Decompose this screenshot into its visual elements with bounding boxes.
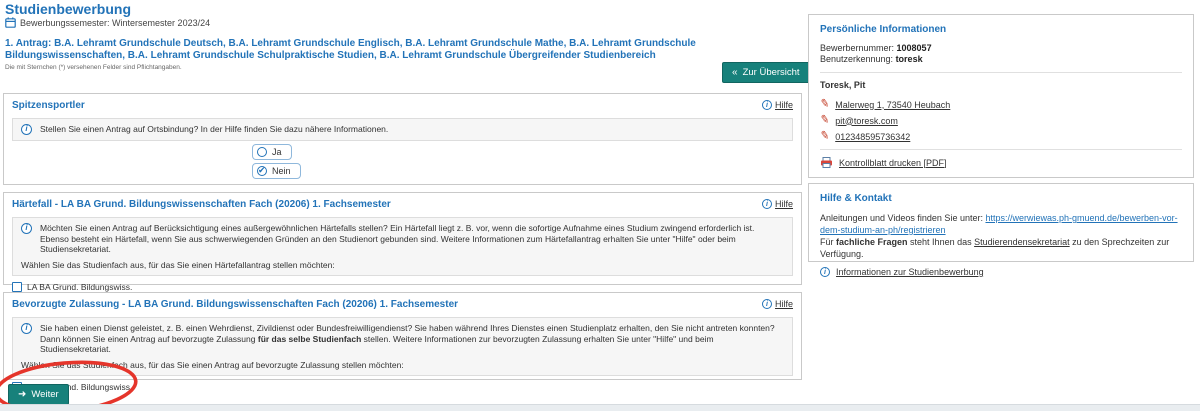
mandatory-note: Die mit Sternchen (*) versehenen Felder … <box>5 64 182 71</box>
divider <box>820 149 1182 150</box>
studienbewerbung-page: Studienbewerbung Bewerbungssemester: Win… <box>0 0 1200 411</box>
section-title-haertefall: Härtefall - LA BA Grund. Bildungswissens… <box>12 199 391 210</box>
hilfe-link-bevorzugte[interactable]: Hilfe <box>762 299 793 309</box>
calendar-icon <box>5 17 16 28</box>
bewerbernummer-row: Bewerbernummer: 1008057 <box>820 43 1182 54</box>
section-title-bevorzugte: Bevorzugte Zulassung - LA BA Grund. Bild… <box>12 299 458 310</box>
address-link[interactable]: ✎ Malerweg 1, 73540 Heubach <box>820 99 1182 110</box>
info-box-spitzensportler: Stellen Sie einen Antrag auf Ortsbindung… <box>12 118 793 141</box>
checkbox-haertefall-bildungswiss[interactable]: LA BA Grund. Bildungswiss. <box>12 282 793 292</box>
radio-checked-icon <box>257 166 267 176</box>
arrow-right-icon: ➜ <box>18 390 26 400</box>
hilfe-link-haertefall[interactable]: Hilfe <box>762 199 793 209</box>
radio-nein[interactable]: Nein <box>252 163 301 179</box>
edit-pencil-icon: ✎ <box>819 114 830 126</box>
choose-line-bevorzugte: Wählen Sie das Studienfach aus, für das … <box>21 360 784 371</box>
antrag-heading: 1. Antrag: B.A. Lehramt Grundschule Deut… <box>5 38 797 61</box>
pdf-print-icon <box>820 157 833 168</box>
help-text: Anleitungen und Videos finden Sie unter:… <box>820 212 1182 260</box>
info-text-haertefall: Möchten Sie einen Antrag auf Berücksicht… <box>40 223 784 255</box>
applicant-name: Toresk, Pit <box>820 80 1182 90</box>
studierendensekretariat-link[interactable]: Studierendensekretariat <box>974 237 1070 247</box>
panel-hilfe-kontakt: Hilfe & Kontakt Anleitungen und Videos f… <box>808 183 1194 262</box>
checkbox-bevorzugte-bildungswiss[interactable]: LA BA Grund. Bildungswiss. <box>12 382 793 392</box>
section-haertefall: Härtefall - LA BA Grund. Bildungswissens… <box>3 192 802 285</box>
informationen-link: Informationen zur Studienbewerbung <box>836 267 984 277</box>
info-icon <box>21 323 32 334</box>
informationen-link-row[interactable]: Informationen zur Studienbewerbung <box>820 267 1182 277</box>
info-icon <box>21 124 32 135</box>
semester-line: Bewerbungssemester: Wintersemester 2023/… <box>5 17 210 28</box>
personal-info-title: Persönliche Informationen <box>820 24 1182 35</box>
hilfe-link-spitzensportler[interactable]: Hilfe <box>762 100 793 110</box>
info-icon <box>762 299 772 309</box>
page-title: Studienbewerbung <box>5 1 131 17</box>
edit-pencil-icon: ✎ <box>819 98 830 110</box>
divider <box>820 72 1182 73</box>
footer-strip <box>0 404 1200 411</box>
choose-line-haertefall: Wählen Sie das Studienfach aus, für das … <box>21 260 784 271</box>
info-box-bevorzugte: Sie haben einen Dienst geleistet, z. B. … <box>12 317 793 376</box>
benutzerkennung-row: Benutzerkennung: toresk <box>820 54 1182 65</box>
section-bevorzugte-zulassung: Bevorzugte Zulassung - LA BA Grund. Bild… <box>3 292 802 380</box>
radio-unchecked-icon <box>257 147 267 157</box>
semester-text: Bewerbungssemester: Wintersemester 2023/… <box>20 18 210 28</box>
section-title-spitzensportler: Spitzensportler <box>12 100 85 111</box>
checkbox-icon <box>12 282 22 292</box>
chevron-left-icon: « <box>732 68 738 78</box>
info-icon <box>21 223 32 234</box>
hilfe-kontakt-title: Hilfe & Kontakt <box>820 193 1182 204</box>
phone-link[interactable]: ✎ 012348595736342 <box>820 131 1182 142</box>
ortsbindung-radio-group: Ja Nein <box>252 144 301 179</box>
panel-personal-info: Persönliche Informationen Bewerbernummer… <box>808 14 1194 178</box>
zur-uebersicht-button[interactable]: « Zur Übersicht <box>722 62 810 83</box>
section-spitzensportler: Spitzensportler Hilfe Stellen Sie einen … <box>3 93 802 185</box>
info-text-bevorzugte: Sie haben einen Dienst geleistet, z. B. … <box>40 323 784 355</box>
radio-ja[interactable]: Ja <box>252 144 292 160</box>
email-link[interactable]: ✎ pit@toresk.com <box>820 115 1182 126</box>
info-box-haertefall: Möchten Sie einen Antrag auf Berücksicht… <box>12 217 793 276</box>
weiter-button[interactable]: ➜ Weiter <box>8 384 69 405</box>
edit-pencil-icon: ✎ <box>819 130 830 142</box>
info-text-spitzensportler: Stellen Sie einen Antrag auf Ortsbindung… <box>40 124 388 135</box>
info-icon <box>762 100 772 110</box>
info-icon <box>820 267 830 277</box>
kontrollblatt-link[interactable]: Kontrollblatt drucken [PDF] <box>820 157 1182 168</box>
info-icon <box>762 199 772 209</box>
